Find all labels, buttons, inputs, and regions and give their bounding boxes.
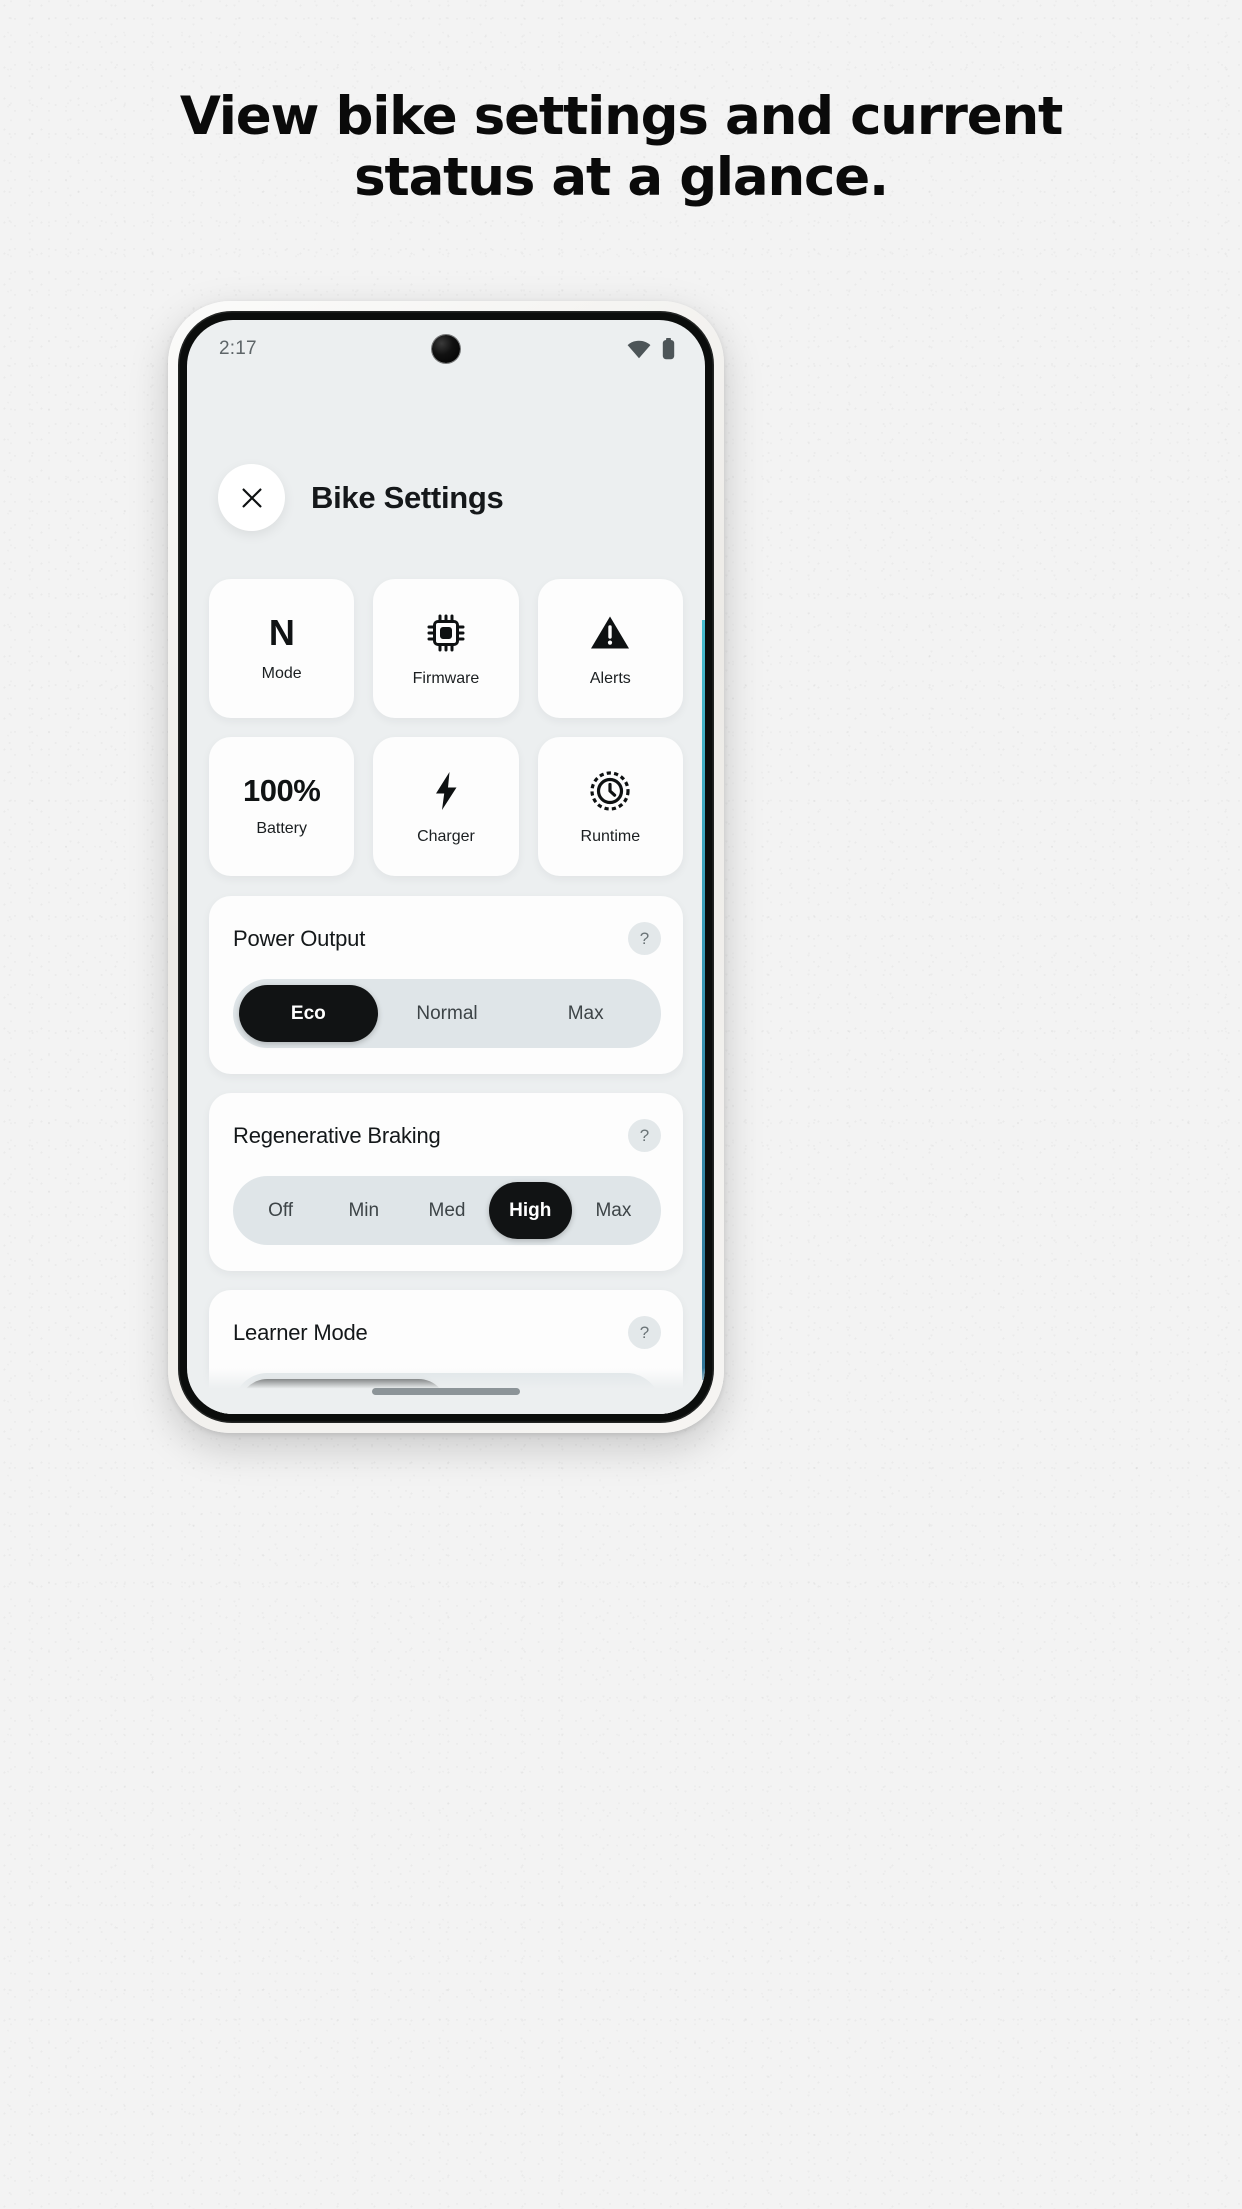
tile-mode[interactable]: N Mode: [209, 579, 355, 718]
close-icon: [242, 488, 261, 507]
tile-runtime-label: Runtime: [580, 827, 641, 845]
tile-mode-label: Mode: [261, 664, 302, 682]
front-camera-dot-icon: [432, 335, 460, 363]
segment-power-max[interactable]: Max: [516, 985, 655, 1042]
phone-bezel: 2:17 Bike Settings N Mode Firmware Alert…: [178, 311, 714, 1423]
warning-triangle-icon: [588, 610, 632, 656]
setting-header: Power Output ?: [233, 922, 661, 955]
app-content: Bike Settings N Mode Firmware Alerts 100…: [187, 378, 705, 1414]
setting-header: Regenerative Braking ?: [233, 1119, 661, 1152]
home-indicator-area: [187, 1368, 705, 1414]
chip-icon: [424, 610, 468, 656]
phone-screen: 2:17 Bike Settings N Mode Firmware Alert…: [187, 320, 705, 1414]
headline-line-2: status at a glance.: [354, 147, 889, 209]
segment-regen-min[interactable]: Min: [322, 1182, 405, 1239]
headline-line-1: View bike settings and current: [179, 86, 1063, 147]
segment-regen-max[interactable]: Max: [572, 1182, 655, 1239]
segment-regen-med[interactable]: Med: [405, 1182, 488, 1239]
lightning-bolt-icon: [424, 768, 468, 814]
setting-header: Learner Mode ?: [233, 1316, 661, 1349]
tile-alerts[interactable]: Alerts: [537, 579, 683, 718]
segment-regen-off[interactable]: Off: [239, 1182, 322, 1239]
setting-title-regenerative-braking: Regenerative Braking: [233, 1122, 441, 1148]
tile-battery-value: 100%: [243, 773, 321, 808]
tile-runtime[interactable]: Runtime: [537, 737, 683, 876]
marketing-headline: View bike settings and current status at…: [0, 86, 1242, 209]
setting-title-power-output: Power Output: [233, 925, 366, 951]
segment-power-normal[interactable]: Normal: [378, 985, 517, 1042]
tile-mode-value: N: [268, 611, 295, 653]
tile-alerts-label: Alerts: [589, 669, 631, 687]
tile-charger-label: Charger: [417, 827, 475, 845]
tile-firmware[interactable]: Firmware: [373, 579, 519, 718]
setting-card-regenerative-braking: Regenerative Braking ? Off Min Med High …: [209, 1093, 683, 1271]
help-icon-regenerative-braking[interactable]: ?: [628, 1119, 661, 1152]
tile-firmware-label: Firmware: [412, 669, 480, 687]
battery-icon: [662, 338, 675, 360]
setting-title-learner-mode: Learner Mode: [233, 1319, 368, 1345]
help-icon-learner-mode[interactable]: ?: [628, 1316, 661, 1349]
screen-edge-artifact: [702, 620, 705, 1380]
tile-charger[interactable]: Charger: [373, 737, 519, 876]
tile-battery[interactable]: 100% Battery: [209, 737, 355, 876]
segmented-control-regenerative-braking: Off Min Med High Max: [233, 1176, 661, 1245]
segmented-control-power-output: Eco Normal Max: [233, 979, 661, 1048]
tile-battery-label: Battery: [256, 820, 307, 837]
gauge-clock-icon: [587, 768, 633, 814]
status-bar-indicators: [627, 338, 675, 360]
setting-card-power-output: Power Output ? Eco Normal Max: [209, 896, 683, 1074]
status-bar-clock: 2:17: [219, 338, 257, 359]
status-tile-grid: N Mode Firmware Alerts 100% Battery Char…: [209, 579, 683, 876]
segment-regen-high[interactable]: High: [488, 1182, 572, 1239]
help-icon-power-output[interactable]: ?: [628, 922, 661, 955]
segment-power-eco[interactable]: Eco: [239, 985, 378, 1042]
status-bar: 2:17: [187, 320, 705, 378]
close-button[interactable]: [218, 464, 285, 531]
wifi-icon: [627, 340, 651, 358]
home-indicator[interactable]: [372, 1387, 520, 1395]
phone-device-mockup: 2:17 Bike Settings N Mode Firmware Alert…: [168, 301, 724, 1433]
app-header: Bike Settings: [209, 464, 683, 531]
page-title: Bike Settings: [311, 479, 504, 515]
